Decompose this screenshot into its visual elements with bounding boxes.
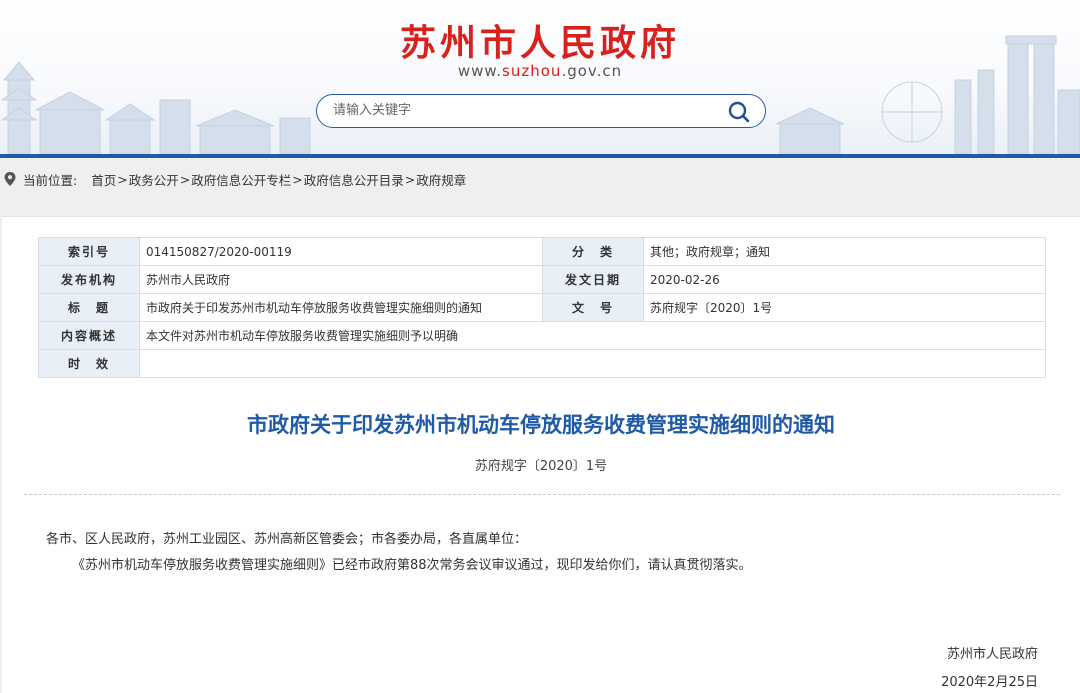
breadcrumb-separator: > xyxy=(292,171,303,187)
url-highlight: suzhou xyxy=(502,62,562,80)
dashed-divider xyxy=(24,494,1060,495)
date-value: 2020-02-26 xyxy=(643,265,1046,294)
search-input[interactable] xyxy=(333,95,713,126)
url-suffix: .gov.cn xyxy=(561,62,623,80)
search-box xyxy=(316,94,766,128)
table-row: 发布机构 苏州市人民政府 发文日期 2020-02-26 xyxy=(38,265,1046,294)
category-value: 其他；政府规章；通知 xyxy=(643,237,1046,266)
validity-label: 时 效 xyxy=(38,349,140,378)
site-url: www.suzhou.gov.cn xyxy=(0,62,1080,80)
magnifier-icon[interactable] xyxy=(727,100,751,124)
publisher-value: 苏州市人民政府 xyxy=(139,265,543,294)
body-paragraph: 《苏州市机动车停放服务收费管理实施细则》已经市政府第88次常务会议审议通过，现印… xyxy=(72,558,752,573)
index-label: 索引号 xyxy=(38,237,140,266)
summary-label: 内容概述 xyxy=(38,321,140,350)
signature-block: 苏州市人民政府 2020年2月25日 xyxy=(941,641,1038,693)
document-number: 苏府规字〔2020〕1号 xyxy=(474,459,608,474)
header-accent-bar xyxy=(0,154,1080,158)
url-prefix: www. xyxy=(457,62,503,80)
breadcrumb-separator: > xyxy=(117,171,128,187)
date-label: 发文日期 xyxy=(542,265,644,294)
site-title: 苏州市人民政府 xyxy=(399,23,680,64)
breadcrumb-home[interactable]: 首页 xyxy=(91,170,116,189)
site-header: 苏州市人民政府 www.suzhou.gov.cn xyxy=(0,0,1080,156)
signer: 苏州市人民政府 xyxy=(946,647,1038,662)
content-panel: 索引号 014150827/2020-00119 分 类 其他；政府规章；通知 … xyxy=(2,216,1080,693)
docno-value: 苏府规字〔2020〕1号 xyxy=(643,293,1046,322)
breadcrumb-disclosure-catalog[interactable]: 政府信息公开目录 xyxy=(304,170,404,189)
document-metadata-table: 索引号 014150827/2020-00119 分 类 其他；政府规章；通知 … xyxy=(38,237,1046,378)
table-row: 索引号 014150827/2020-00119 分 类 其他；政府规章；通知 xyxy=(38,237,1046,266)
map-pin-icon xyxy=(4,172,16,186)
category-label: 分 类 xyxy=(542,237,644,266)
docno-label: 文 号 xyxy=(542,293,644,322)
breadcrumb-separator: > xyxy=(179,171,191,187)
addressee-line: 各市、区人民政府，苏州工业园区、苏州高新区管委会；市各委办局，各直属单位： xyxy=(46,532,528,547)
document-title: 市政府关于印发苏州市机动车停放服务收费管理实施细则的通知 xyxy=(247,413,835,437)
table-row: 内容概述 本文件对苏州市机动车停放服务收费管理实施细则予以明确 xyxy=(38,321,1046,350)
sign-date: 2020年2月25日 xyxy=(941,675,1038,690)
breadcrumb-disclosure-column[interactable]: 政府信息公开专栏 xyxy=(191,170,291,189)
publisher-label: 发布机构 xyxy=(38,265,140,294)
table-row: 标 题 市政府关于印发苏州市机动车停放服务收费管理实施细则的通知 文 号 苏府规… xyxy=(38,293,1046,322)
document-body: 各市、区人民政府，苏州工业园区、苏州高新区管委会；市各委办局，各直属单位： 《苏… xyxy=(46,527,1046,579)
summary-value: 本文件对苏州市机动车停放服务收费管理实施细则予以明确 xyxy=(139,321,1046,350)
table-row: 时 效 xyxy=(38,349,1046,378)
title-label: 标 题 xyxy=(38,293,140,322)
breadcrumb-gov-affairs[interactable]: 政务公开 xyxy=(129,170,179,189)
breadcrumb-separator: > xyxy=(404,171,416,187)
breadcrumb: 当前位置: 首页 > 政务公开 > 政府信息公开专栏 > 政府信息公开目录 > 政府规章 xyxy=(0,166,466,192)
index-value: 014150827/2020-00119 xyxy=(139,237,543,266)
breadcrumb-regulations[interactable]: 政府规章 xyxy=(416,170,466,189)
breadcrumb-label: 当前位置: xyxy=(23,172,78,188)
validity-value xyxy=(139,349,1046,378)
title-value: 市政府关于印发苏州市机动车停放服务收费管理实施细则的通知 xyxy=(139,293,543,322)
